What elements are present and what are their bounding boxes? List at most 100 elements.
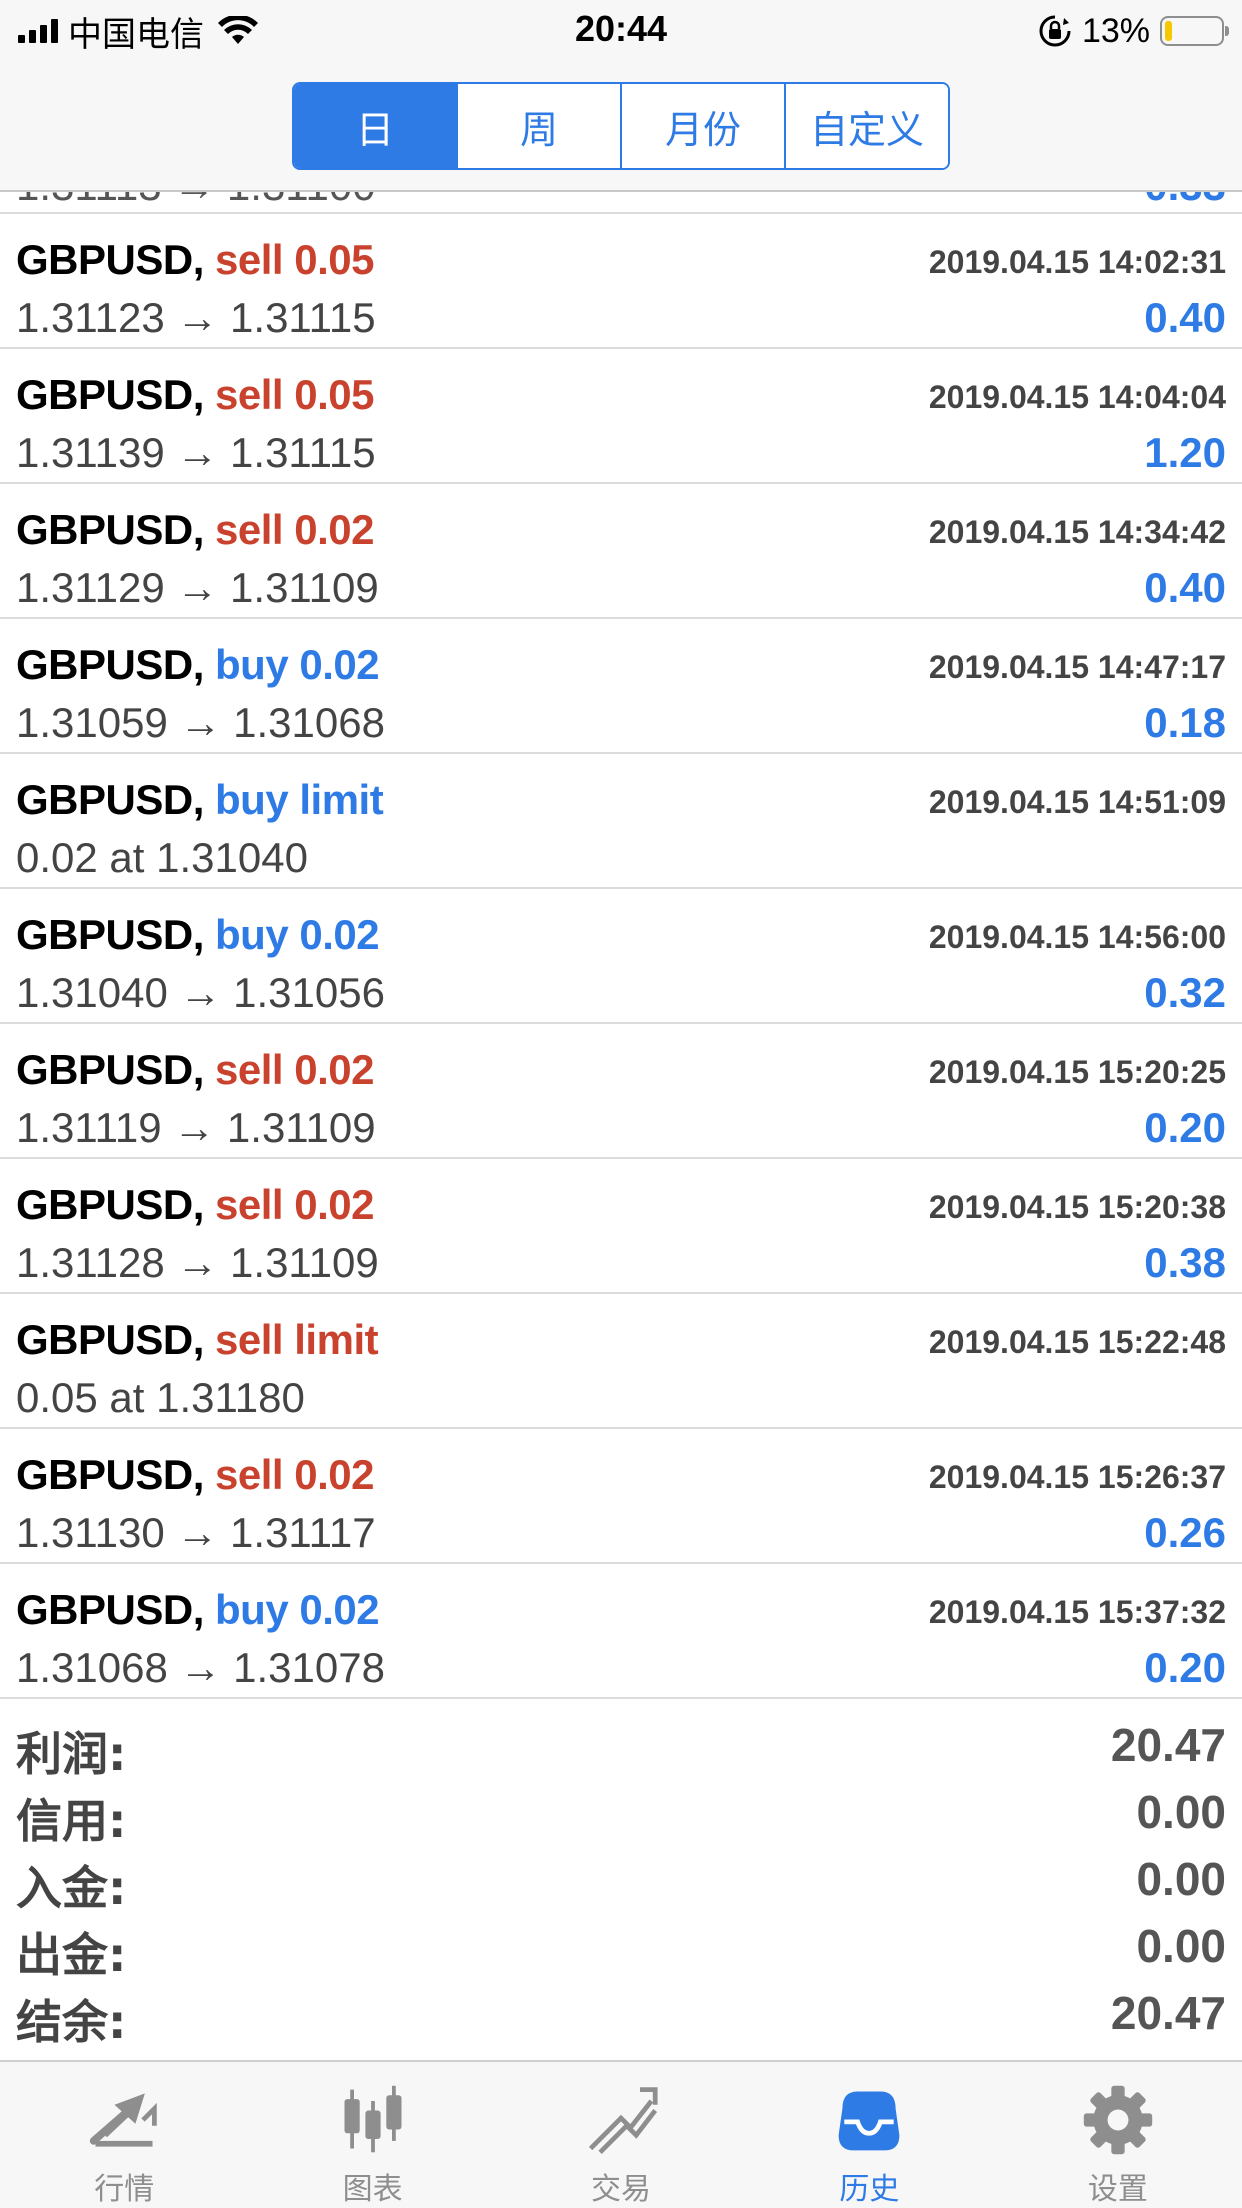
tab-label: 交易 (591, 2172, 652, 2207)
trade-profit: 0.40 (1144, 294, 1226, 341)
summary-label: 出金: (16, 1928, 127, 1982)
summary-row: 入金: 0.00 (0, 1844, 1242, 1915)
trade-action: buy limit (215, 776, 384, 823)
header: 日 周 月份 自定义 (0, 62, 1242, 192)
trade-action: sell limit (215, 1316, 379, 1363)
trade-symbol: GBPUSD, (16, 236, 204, 283)
trade-symbol: GBPUSD, (16, 1586, 204, 1633)
battery-level (1165, 21, 1172, 41)
trade-time: 2019.04.15 15:20:25 (928, 1054, 1226, 1090)
tab-label: 行情 (94, 2172, 155, 2207)
trade-prices: 1.31119 → 1.31109 (16, 1104, 376, 1151)
trade-title: GBPUSD, sell limit (16, 1316, 379, 1364)
summary-row: 利润: 20.47 (0, 1710, 1242, 1781)
list-item[interactable]: GBPUSD, buy 0.02 2019.04.15 14:56:00 1.310… (0, 889, 1242, 1024)
tab-settings[interactable]: 设置 (994, 2062, 1242, 2208)
trade-title: GBPUSD, buy limit (16, 776, 384, 824)
trade-profit: 0.20 (1144, 1644, 1226, 1691)
tab-history[interactable]: 历史 (745, 2062, 993, 2208)
trade-prices: 0.05 at 1.31180 (16, 1374, 305, 1421)
trade-icon (588, 2087, 658, 2154)
history-screen: 中国电信 20:44 13% 日 周 月份 自定义 GBPUSD, sell 0… (0, 0, 1242, 2208)
list-item[interactable]: GBPUSD, sell 0.02 2019.04.15 15:20:25 1.31… (0, 1024, 1242, 1159)
list-item[interactable]: GBPUSD, sell 0.02 2019.04.15 14:34:42 1.31… (0, 484, 1242, 619)
trade-time: 2019.04.15 15:20:38 (928, 1189, 1226, 1225)
list-item[interactable]: GBPUSD, sell 0.05 2019.04.15 14:04:04 1.31… (0, 349, 1242, 484)
trade-title: GBPUSD, sell 0.05 (16, 236, 374, 284)
status-bar: 中国电信 20:44 13% (0, 0, 1242, 62)
trade-symbol: GBPUSD, (16, 641, 204, 688)
trade-title: GBPUSD, sell 0.02 (16, 1046, 374, 1094)
tab-quotes[interactable]: 行情 (0, 2062, 248, 2208)
trade-time: 2019.04.15 15:26:37 (928, 1459, 1226, 1495)
history-icon (839, 2091, 900, 2151)
list-item[interactable]: GBPUSD, buy 0.02 2019.04.15 14:47:17 1.310… (0, 619, 1242, 754)
segment-month[interactable]: 月份 (622, 84, 786, 168)
trade-title: GBPUSD, sell 0.02 (16, 1181, 374, 1229)
tab-chart[interactable]: 图表 (248, 2062, 496, 2208)
trade-action: sell 0.02 (215, 506, 374, 553)
trade-history-list[interactable]: 1.31113 → 1.31100 0.33 GBPUSD, sell 0.05… (0, 192, 1242, 1699)
trade-time: 2019.04.15 15:37:32 (928, 1594, 1226, 1630)
tab-trade[interactable]: 交易 (497, 2062, 745, 2208)
summary-label: 信用: (16, 1794, 127, 1848)
trade-prices: 1.31130 → 1.31117 (16, 1509, 376, 1556)
trade-time: 2019.04.15 14:04:04 (928, 379, 1226, 415)
trade-profit: 0.18 (1144, 699, 1226, 746)
trade-title: GBPUSD, buy 0.02 (16, 1586, 380, 1634)
summary-value: 20.47 (1110, 1987, 1226, 2039)
trade-symbol: GBPUSD, (16, 371, 204, 418)
trade-symbol: GBPUSD, (16, 1046, 204, 1093)
trade-profit: 0.38 (1144, 1239, 1226, 1286)
trade-prices: 1.31059 → 1.31068 (16, 699, 385, 746)
trade-title: GBPUSD, sell 0.02 (16, 1451, 374, 1499)
summary-label: 结余: (16, 1995, 127, 2049)
trade-title: GBPUSD, sell 0.05 (16, 371, 374, 419)
battery-icon (1160, 16, 1229, 46)
list-item[interactable]: GBPUSD, buy 0.02 2019.04.15 15:37:32 1.310… (0, 1564, 1242, 1699)
trade-action: buy 0.02 (215, 641, 380, 688)
list-item-partial[interactable]: 1.31113 → 1.31100 0.33 (0, 192, 1242, 214)
segment-custom[interactable]: 自定义 (786, 84, 948, 168)
trade-time: 2019.04.15 14:02:31 (928, 244, 1226, 280)
list-item[interactable]: GBPUSD, sell limit 2019.04.15 15:22:48 0.0… (0, 1294, 1242, 1429)
trade-profit: 0.33 (1144, 192, 1226, 210)
list-item[interactable]: GBPUSD, sell 0.02 2019.04.15 15:20:38 1.31… (0, 1159, 1242, 1294)
trade-profit: 0.26 (1144, 1509, 1226, 1556)
trade-prices: 1.31113 → 1.31100 (16, 192, 376, 210)
trade-title: GBPUSD, sell 0.02 (16, 506, 374, 554)
trade-prices: 1.31123 → 1.31115 (16, 294, 376, 341)
trade-symbol: GBPUSD, (16, 1316, 204, 1363)
trade-action: buy 0.02 (215, 911, 380, 958)
trade-action: sell 0.05 (215, 236, 374, 283)
trade-symbol: GBPUSD, (16, 1451, 204, 1498)
account-summary: 利润: 20.47 信用: 0.00 入金: 0.00 出金: 0.00 结余: 20.47 (0, 1710, 1242, 2049)
trade-time: 2019.04.15 14:34:42 (928, 514, 1226, 550)
tab-label: 历史 (839, 2172, 900, 2207)
status-right: 13% (1038, 10, 1229, 52)
list-item[interactable]: GBPUSD, sell 0.05 2019.04.15 14:02:31 1.31… (0, 214, 1242, 349)
settings-icon (1083, 2085, 1153, 2155)
trade-symbol: GBPUSD, (16, 1181, 204, 1228)
trade-action: buy 0.02 (215, 1586, 380, 1633)
trade-prices: 1.31129 → 1.31109 (16, 564, 379, 611)
trade-symbol: GBPUSD, (16, 506, 204, 553)
trade-profit: 0.40 (1144, 564, 1226, 611)
period-segmented-control: 日 周 月份 自定义 (292, 82, 950, 170)
trade-action: sell 0.05 (215, 371, 374, 418)
segment-day[interactable]: 日 (294, 84, 458, 168)
trade-title: GBPUSD, buy 0.02 (16, 911, 380, 959)
list-item[interactable]: GBPUSD, buy limit 2019.04.15 14:51:09 0.02… (0, 754, 1242, 889)
segment-week[interactable]: 周 (458, 84, 622, 168)
trade-time: 2019.04.15 14:56:00 (928, 919, 1226, 955)
list-item[interactable]: GBPUSD, sell 0.02 2019.04.15 15:26:37 1.31… (0, 1429, 1242, 1564)
summary-row: 出金: 0.00 (0, 1911, 1242, 1982)
trade-profit: 0.20 (1144, 1104, 1226, 1151)
trade-profit: 1.20 (1144, 429, 1226, 476)
summary-value: 20.47 (1110, 1719, 1226, 1771)
quotes-icon (90, 2093, 157, 2147)
battery-percent: 13% (1081, 11, 1150, 50)
trade-title: GBPUSD, buy 0.02 (16, 641, 380, 689)
trade-action: sell 0.02 (215, 1451, 374, 1498)
summary-row: 结余: 20.47 (0, 1978, 1242, 2049)
